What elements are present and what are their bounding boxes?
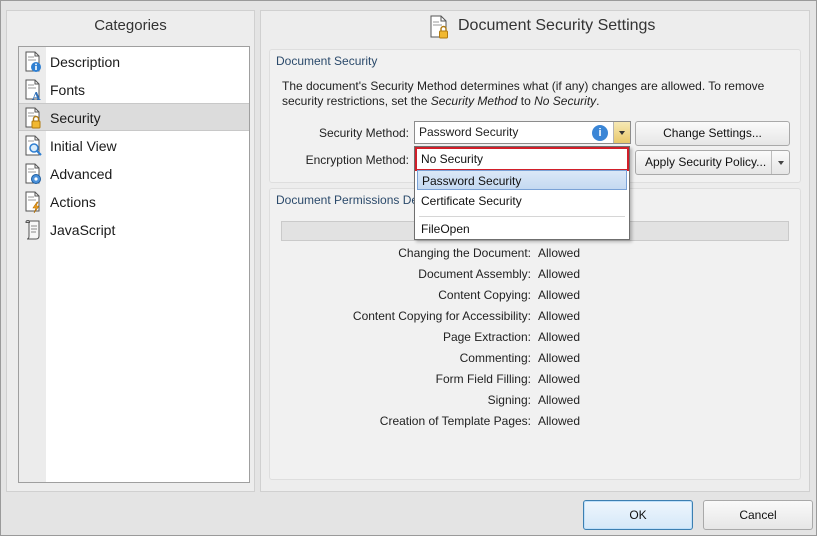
- category-item-advanced[interactable]: Advanced: [19, 160, 249, 188]
- page-title: Document Security Settings: [458, 17, 656, 34]
- group-title: Document Security: [276, 54, 378, 68]
- document-lightning-icon: [25, 191, 40, 213]
- chevron-down-icon[interactable]: [771, 151, 789, 174]
- permission-row: Content Copying for Accessibility: Allowe…: [352, 309, 581, 323]
- ok-button[interactable]: OK: [583, 500, 693, 530]
- info-icon[interactable]: i: [592, 125, 608, 141]
- category-label: Initial View: [50, 138, 117, 154]
- dropdown-option-password-security[interactable]: Password Security: [417, 170, 627, 190]
- script-scroll-icon: [25, 219, 40, 240]
- category-item-actions[interactable]: Actions: [19, 188, 249, 216]
- category-label: Fonts: [50, 82, 86, 98]
- document-lock-icon: [25, 107, 41, 129]
- category-item-javascript[interactable]: JavaScript: [19, 216, 249, 244]
- dropdown-option-certificate-security[interactable]: Certificate Security: [417, 191, 627, 211]
- dropdown-option-no-security[interactable]: No Security: [415, 147, 629, 171]
- category-item-description[interactable]: Description: [19, 48, 249, 76]
- document-lock-icon: [430, 15, 448, 39]
- document-gear-icon: [25, 163, 41, 184]
- document-security-dialog: Categories Description A Fonts Security …: [0, 0, 817, 536]
- category-label: Actions: [50, 194, 96, 210]
- category-item-fonts[interactable]: A Fonts: [19, 76, 249, 104]
- categories-panel: Categories Description A Fonts Security …: [6, 10, 255, 492]
- security-method-value: Password Security: [419, 125, 519, 139]
- change-settings-button[interactable]: Change Settings...: [635, 121, 790, 146]
- security-method-label: Security Method:: [318, 126, 409, 140]
- category-label: JavaScript: [50, 222, 116, 238]
- apply-security-policy-label: Apply Security Policy...: [645, 155, 767, 169]
- encryption-method-label: Encryption Method:: [305, 153, 409, 167]
- category-label: Security: [50, 110, 101, 126]
- categories-header: Categories: [94, 17, 167, 34]
- permission-row: Document Assembly: Allowed: [418, 267, 581, 281]
- categories-list: Description A Fonts Security Initial Vie…: [18, 46, 250, 483]
- cancel-button[interactable]: Cancel: [703, 500, 813, 530]
- document-font-icon: A: [25, 79, 41, 101]
- permission-row: Content Copying: Allowed: [438, 288, 581, 302]
- document-info-icon: [25, 51, 41, 72]
- settings-panel: Document Security Settings Document Secu…: [260, 10, 810, 492]
- apply-security-policy-button[interactable]: Apply Security Policy...: [635, 150, 790, 175]
- category-label: Advanced: [50, 166, 113, 182]
- security-method-dropdown-list: No Security Password Security Certificat…: [414, 146, 630, 240]
- dropdown-option-fileopen[interactable]: FileOpen: [417, 219, 627, 239]
- permission-row: Form Field Filling: Allowed: [435, 372, 581, 386]
- dropdown-separator: [419, 216, 625, 217]
- group-title: Document Permissions De: [276, 193, 419, 207]
- permission-row: Creation of Template Pages: Allowed: [379, 414, 581, 428]
- svg-text:A: A: [31, 90, 41, 101]
- permission-row: Commenting: Allowed: [459, 351, 581, 365]
- permission-row: Signing: Allowed: [487, 393, 581, 407]
- document-view-icon: [25, 135, 42, 156]
- category-item-initial-view[interactable]: Initial View: [19, 132, 249, 160]
- settings-header: Document Security Settings: [261, 11, 809, 41]
- permission-row: Changing the Document: Allowed: [398, 246, 581, 260]
- category-label: Description: [50, 54, 121, 70]
- category-item-security[interactable]: Security: [19, 103, 249, 131]
- permission-row: Page Extraction: Allowed: [442, 330, 581, 344]
- security-method-select[interactable]: Password Security i: [414, 121, 631, 144]
- chevron-down-icon[interactable]: [613, 122, 630, 143]
- security-description: The document's Security Method determine…: [282, 79, 765, 108]
